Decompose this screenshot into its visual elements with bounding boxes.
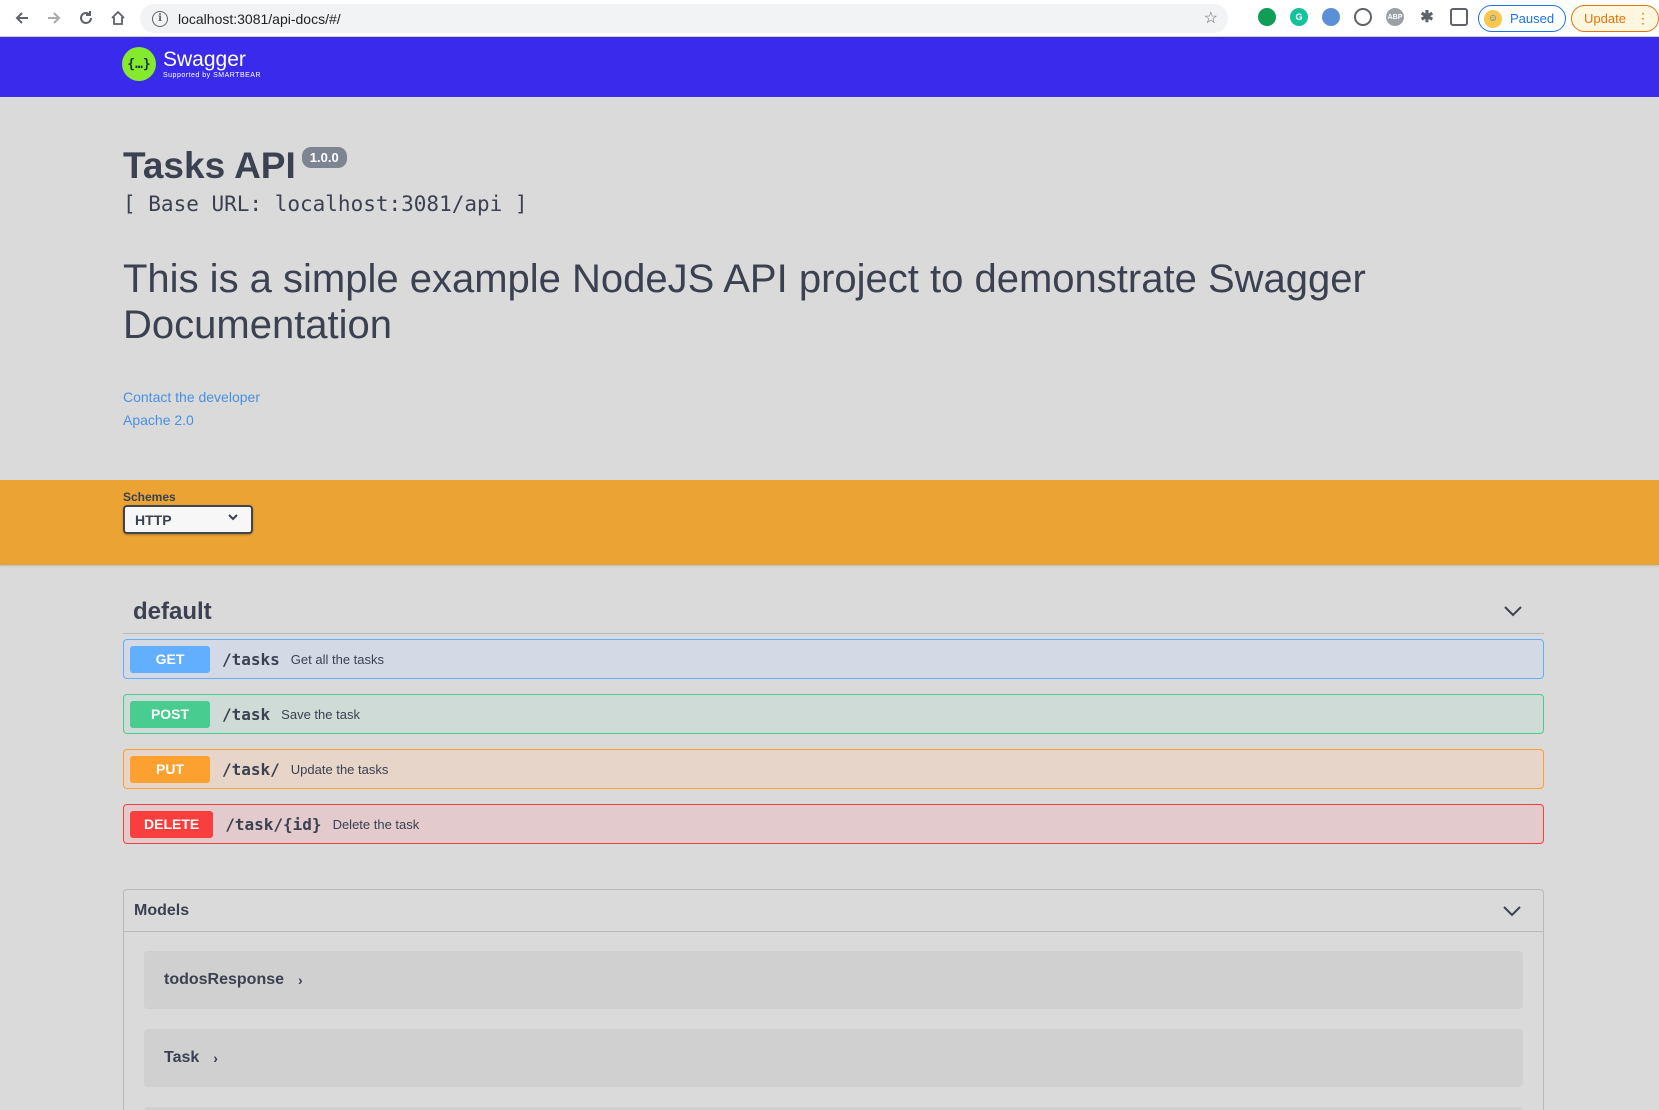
opblock-get-tasks[interactable]: GET /tasks Get all the tasks	[123, 639, 1544, 679]
models-label: Models	[134, 901, 190, 919]
back-button[interactable]	[6, 2, 38, 34]
forward-button[interactable]	[38, 2, 70, 34]
operation-summary: Save the task	[281, 706, 360, 722]
reload-button[interactable]	[70, 2, 102, 34]
operation-path: /task/	[222, 759, 280, 779]
contact-link[interactable]: Contact the developer	[123, 389, 260, 405]
swagger-brand-sub: Supported by SMARTBEAR	[163, 72, 262, 79]
schemes-section: Schemes HTTP	[0, 480, 1659, 565]
schemes-select[interactable]: HTTP	[123, 505, 253, 534]
schemes-label: Schemes	[123, 490, 176, 504]
arrow-left-icon	[15, 12, 28, 24]
more-icon: ⋮	[1636, 10, 1650, 26]
operation-summary: Update the tasks	[290, 761, 389, 777]
license-link[interactable]: Apache 2.0	[123, 412, 194, 428]
puzzle-icon[interactable]: ✱	[1418, 8, 1436, 26]
method-badge: POST	[130, 700, 210, 728]
star-icon[interactable]: ☆	[1204, 8, 1218, 28]
avatar: ☺	[1484, 9, 1502, 28]
method-badge: GET	[130, 645, 210, 673]
home-button[interactable]	[102, 2, 134, 34]
chevron-right-icon: ›	[213, 1050, 218, 1066]
home-icon	[111, 10, 125, 25]
reload-icon	[80, 11, 92, 24]
model-name: Task	[164, 1049, 200, 1066]
swagger-logo-icon: {…}	[122, 47, 156, 81]
models-section: Models todosResponse › Task ›	[123, 889, 1544, 1110]
version-badge: 1.0.0	[301, 147, 347, 168]
chevron-down-icon	[227, 511, 239, 526]
operation-summary: Get all the tasks	[290, 651, 385, 667]
address-bar[interactable]: i localhost:3081/api-docs/#/ ☆	[140, 4, 1228, 33]
opblock-post-task[interactable]: POST /task Save the task	[123, 694, 1544, 734]
extension-sync-icon[interactable]	[1354, 8, 1372, 26]
update-label: Update	[1584, 11, 1626, 26]
opblock-put-task[interactable]: PUT /task/ Update the tasks	[123, 749, 1544, 789]
swagger-logo[interactable]: {…} Swagger Supported by SMARTBEAR	[122, 47, 261, 81]
api-description: This is a simple example NodeJS API proj…	[123, 257, 1366, 347]
chevron-right-icon: ›	[298, 972, 303, 988]
api-title: Tasks API 1.0.0	[123, 145, 347, 187]
arrow-right-icon	[48, 12, 61, 24]
adblock-icon[interactable]: ABP	[1386, 8, 1404, 26]
operation-path: /tasks	[222, 649, 280, 669]
url-text: localhost:3081/api-docs/#/	[178, 10, 341, 27]
operation-path: /task	[222, 704, 271, 724]
chevron-down-icon[interactable]	[1502, 600, 1524, 627]
api-title-text: Tasks API	[123, 145, 296, 186]
method-badge: DELETE	[130, 810, 214, 838]
chevron-down-icon[interactable]	[1501, 900, 1523, 927]
paused-label: Paused	[1510, 11, 1555, 26]
browser-toolbar: i localhost:3081/api-docs/#/ ☆ G ABP ✱ ☺…	[0, 0, 1659, 37]
extension-green-icon[interactable]	[1258, 8, 1276, 26]
model-task[interactable]: Task ›	[144, 1029, 1523, 1087]
models-header[interactable]: Models	[124, 890, 1543, 932]
profile-paused-button[interactable]: ☺ Paused	[1478, 5, 1566, 32]
extension-blue-icon[interactable]	[1322, 8, 1340, 26]
base-url: [ Base URL: localhost:3081/api ]	[123, 192, 528, 216]
info-icon[interactable]: i	[152, 10, 168, 27]
method-badge: PUT	[130, 755, 210, 783]
swagger-topbar: {…} Swagger Supported by SMARTBEAR	[0, 37, 1659, 97]
tag-name: default	[133, 597, 212, 625]
grammarly-icon[interactable]: G	[1290, 8, 1308, 26]
operation-summary: Delete the task	[332, 816, 420, 832]
update-button[interactable]: Update ⋮	[1571, 5, 1659, 32]
tag-default-header[interactable]: default	[123, 590, 1544, 634]
operation-path: /task/{id}	[225, 814, 322, 834]
opblock-delete-task[interactable]: DELETE /task/{id} Delete the task	[123, 804, 1544, 844]
swagger-brand: Swagger	[163, 48, 246, 71]
schemes-selected-value: HTTP	[135, 511, 172, 528]
cast-icon[interactable]	[1450, 8, 1468, 26]
model-todosresponse[interactable]: todosResponse ›	[144, 951, 1523, 1009]
model-name: todosResponse	[164, 971, 285, 988]
